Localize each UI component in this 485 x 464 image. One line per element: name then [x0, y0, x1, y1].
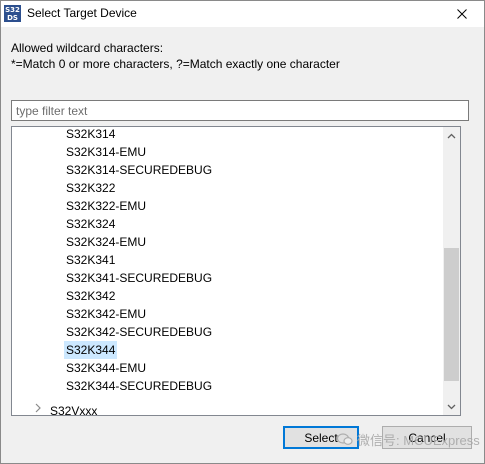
tree-item-s32k341[interactable]: S32K341: [64, 251, 117, 269]
tree-item-s32k344-securedebug[interactable]: S32K344-SECUREDEBUG: [64, 377, 214, 395]
close-button[interactable]: [440, 1, 484, 27]
tree-item-s32k342[interactable]: S32K342: [64, 287, 117, 305]
filter-input[interactable]: [11, 100, 469, 121]
app-icon-text-top: S32: [5, 6, 20, 14]
tree-item-s32k314-securedebug[interactable]: S32K314-SECUREDEBUG: [64, 161, 214, 179]
wechat-icon: [337, 433, 353, 445]
tree-item-s32k314[interactable]: S32K314: [64, 127, 117, 143]
tree-group-s32vxxx[interactable]: S32Vxxx: [48, 402, 99, 415]
tree-item-s32k322[interactable]: S32K322: [64, 179, 117, 197]
tree-item-s32k322-emu[interactable]: S32K322-EMU: [64, 197, 148, 215]
vertical-scrollbar[interactable]: [443, 127, 460, 415]
tree-item-s32k342-securedebug[interactable]: S32K342-SECUREDEBUG: [64, 323, 214, 341]
wildcard-info-line1: Allowed wildcard characters:: [11, 41, 164, 55]
dialog-title: Select Target Device: [27, 6, 137, 20]
tree-item-s32k341-securedebug[interactable]: S32K341-SECUREDEBUG: [64, 269, 214, 287]
close-icon: [457, 9, 467, 19]
wildcard-info: Allowed wildcard characters: *=Match 0 o…: [11, 40, 340, 72]
tree-item-s32k342-emu[interactable]: S32K342-EMU: [64, 305, 148, 323]
chevron-down-icon: [447, 404, 456, 409]
scroll-down-button[interactable]: [443, 398, 460, 415]
app-icon-text-bottom: DS: [7, 14, 18, 22]
watermark-text: 微信号: MCUExpress: [357, 433, 480, 448]
wechat-watermark: 微信号: MCUExpress: [337, 430, 480, 449]
scroll-up-button[interactable]: [443, 127, 460, 144]
select-target-device-dialog: S32 DS Select Target Device Allowed wild…: [0, 0, 485, 464]
tree-item-s32k344-emu[interactable]: S32K344-EMU: [64, 359, 148, 377]
wildcard-info-line2: *=Match 0 or more characters, ?=Match ex…: [11, 57, 340, 71]
tree-item-s32k344[interactable]: S32K344: [64, 341, 118, 359]
chevron-up-icon: [447, 133, 456, 138]
tree-item-s32k324-emu[interactable]: S32K324-EMU: [64, 233, 148, 251]
title-bar: S32 DS Select Target Device: [1, 1, 484, 27]
s32ds-app-icon: S32 DS: [4, 5, 21, 22]
tree-item-s32k314-emu[interactable]: S32K314-EMU: [64, 143, 148, 161]
chevron-right-icon[interactable]: [33, 403, 43, 413]
scrollbar-thumb[interactable]: [444, 248, 459, 381]
device-tree[interactable]: S32K344-SECUREDEBUG S32K344-EMU S32K344 S32…: [11, 126, 461, 416]
tree-item-s32k324[interactable]: S32K324: [64, 215, 117, 233]
